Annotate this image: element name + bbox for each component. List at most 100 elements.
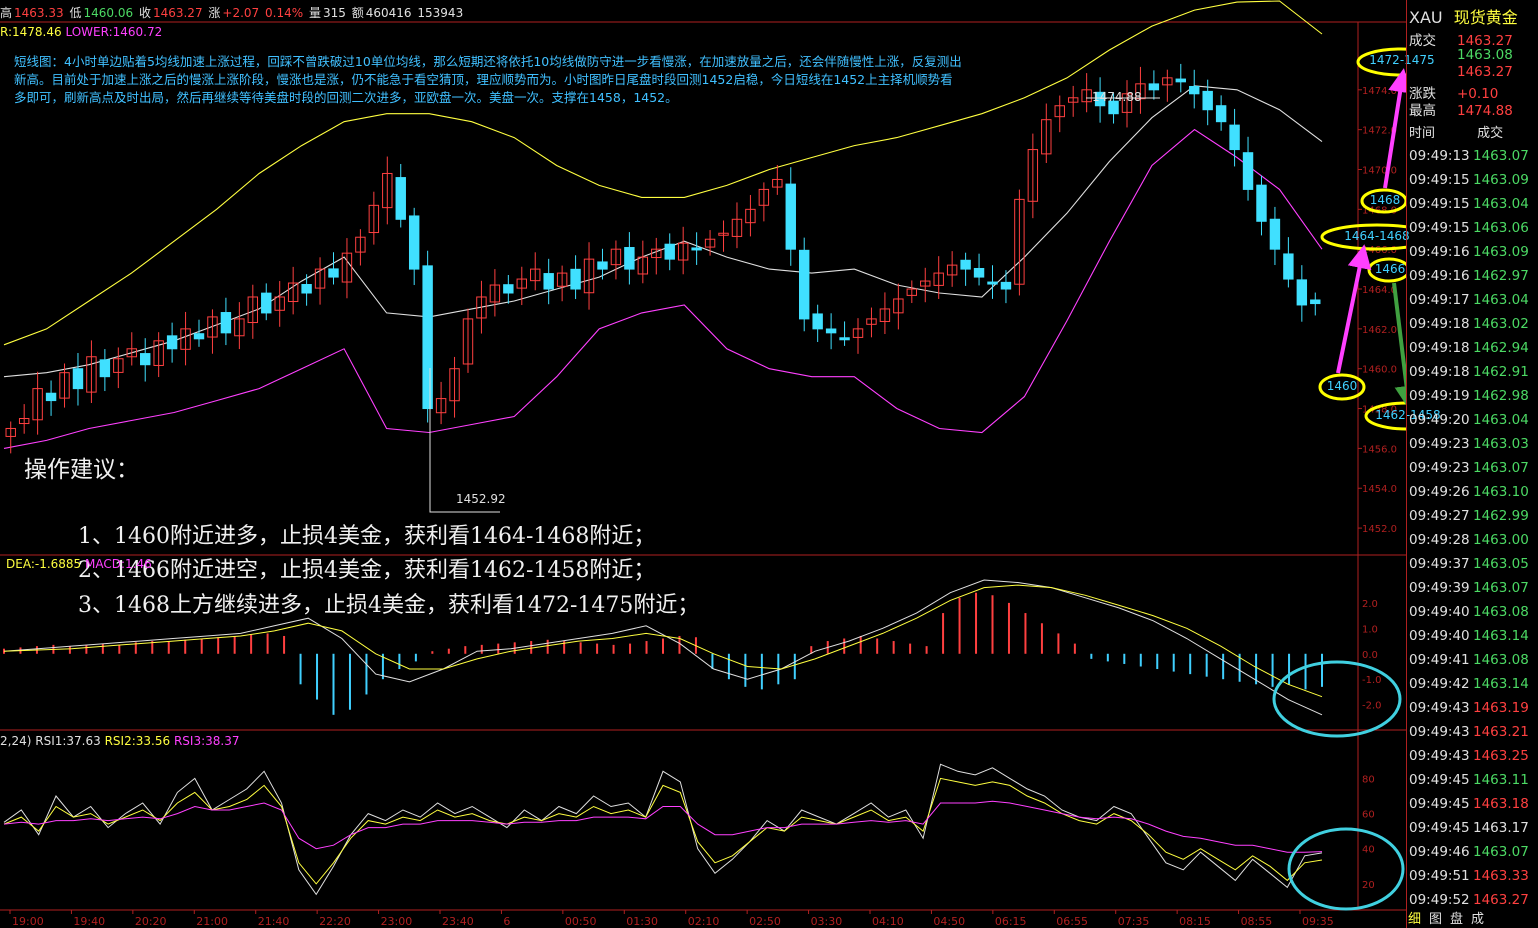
candle-body — [1000, 281, 1012, 290]
sidebar-tabs: 细图盘成 — [1408, 908, 1492, 927]
quote-value: 1474.88 — [1457, 103, 1513, 119]
sidebar-tab[interactable]: 盘 — [1450, 912, 1463, 927]
candle-body — [1269, 218, 1281, 250]
rsi-header: 2,24) RSI1:37.63 RSI2:33.56 RSI3:38.37 — [0, 734, 239, 748]
time-axis-label: 06:55 — [1056, 915, 1088, 928]
tick-price: 1463.03 — [1473, 436, 1529, 452]
macd-axis-label: 1.0 — [1362, 624, 1378, 635]
annotation-low-mark: 1452.92 — [456, 492, 506, 506]
candle-body — [395, 177, 406, 220]
time-axis-label: 03:30 — [811, 915, 843, 928]
candle-body — [785, 183, 796, 250]
tick-price: 1463.04 — [1473, 196, 1529, 212]
tick-row: 09:49:16 1463.09 — [1409, 244, 1529, 260]
tick-time: 09:49:18 — [1409, 364, 1470, 380]
candle-body — [166, 335, 178, 350]
sidebar-title: XAU 现货黄金 — [1409, 4, 1518, 28]
tick-price: 1463.00 — [1473, 532, 1529, 548]
time-axis-label: 07:35 — [1118, 915, 1150, 928]
tick-row: 09:49:43 1463.21 — [1409, 724, 1529, 740]
tick-time: 09:49:43 — [1409, 748, 1470, 764]
candle-body — [664, 243, 675, 260]
tick-time: 09:49:26 — [1409, 484, 1470, 500]
tick-price: 1463.02 — [1473, 316, 1529, 332]
tick-time: 09:49:16 — [1409, 244, 1470, 260]
price-axis-label: 1456.0 — [1362, 444, 1397, 455]
rsi-axis-label: 60 — [1362, 810, 1375, 821]
tick-row: 09:49:15 1463.06 — [1409, 220, 1529, 236]
time-axis-label: 09:35 — [1302, 915, 1334, 928]
tick-price: 1463.10 — [1473, 484, 1529, 500]
tick-price: 1463.33 — [1473, 868, 1529, 884]
candle-body — [422, 265, 433, 410]
boll-line-mid — [3, 85, 1323, 378]
macd-axis-label: -2.0 — [1362, 701, 1382, 712]
chart-canvas[interactable]: 1452.01454.01456.01458.01460.01462.01464… — [0, 0, 1406, 928]
time-axis-label: 02:50 — [749, 915, 781, 928]
tick-row: 09:49:18 1462.94 — [1409, 340, 1529, 356]
macd-dea: DEA:-1.6885 — [6, 557, 82, 571]
tick-price: 1463.07 — [1473, 148, 1529, 164]
arrow-down-1466 — [1392, 282, 1406, 410]
tick-price: 1463.19 — [1473, 700, 1529, 716]
candle-body — [799, 249, 810, 320]
advice-title: 操作建议： — [24, 457, 139, 483]
tick-price: 1463.09 — [1473, 172, 1529, 188]
sidebar-tab[interactable]: 图 — [1429, 912, 1442, 927]
macd-axis-label: -1.0 — [1362, 675, 1382, 686]
tick-price: 1463.05 — [1473, 556, 1529, 572]
tick-row: 09:49:16 1462.97 — [1409, 268, 1529, 284]
ticks-header-price: 成交 — [1477, 126, 1504, 141]
macd-axis-label: 2.0 — [1362, 599, 1378, 610]
sidebar-tab[interactable]: 细 — [1408, 912, 1421, 927]
tick-row: 09:49:27 1462.99 — [1409, 508, 1529, 524]
tick-time: 09:49:45 — [1409, 796, 1470, 812]
ellipse-rsi-circle — [1287, 827, 1405, 911]
tick-time: 09:49:37 — [1409, 556, 1470, 572]
tick-time: 09:49:39 — [1409, 580, 1470, 596]
quote-row: 最高 1474.88 — [1409, 99, 1513, 119]
price-axis-label: 1460.0 — [1362, 365, 1397, 376]
tick-row: 09:49:40 1463.14 — [1409, 628, 1529, 644]
time-axis-label: 02:10 — [688, 915, 720, 928]
tick-row: 09:49:42 1463.14 — [1409, 676, 1529, 692]
candle-body — [328, 268, 339, 278]
time-axis-label: 04:10 — [872, 915, 904, 928]
change-label: 涨 — [208, 6, 221, 20]
change-value: +2.07 — [222, 6, 260, 20]
tick-row: 09:49:18 1463.02 — [1409, 316, 1529, 332]
volume-label: 量 — [308, 6, 321, 20]
tick-row: 09:49:13 1463.07 — [1409, 148, 1529, 164]
tick-row: 09:49:18 1462.91 — [1409, 364, 1529, 380]
candle-body — [140, 353, 151, 366]
candle-body — [99, 359, 111, 378]
close-value: 1463.27 — [152, 6, 203, 20]
tick-price: 1462.91 — [1473, 364, 1529, 380]
ticks-header: 时间 成交 — [1409, 122, 1503, 141]
candle-body — [1215, 105, 1227, 123]
price-axis-label: 1464.0 — [1362, 285, 1397, 296]
advice-line-3: 3、1468上方继续进多，止损4美金，获利看1472-1475附近； — [78, 593, 700, 618]
candle-body — [543, 273, 554, 290]
analysis-note: 短线图：4小时单边贴着5均线加速上涨过程，回踩不曾跌破过10单位均线，那么短期还… — [14, 54, 962, 105]
tick-row: 09:49:28 1463.00 — [1409, 532, 1529, 548]
tick-time: 09:49:40 — [1409, 604, 1470, 620]
rsi-line-rsi3 — [3, 800, 1323, 853]
ellipse-macd-circle — [1272, 660, 1402, 738]
tick-price: 1463.07 — [1473, 580, 1529, 596]
tick-time: 09:49:43 — [1409, 724, 1470, 740]
price-axis-label: 1474.0 — [1362, 86, 1397, 97]
time-axis-label: 08:55 — [1241, 915, 1273, 928]
tick-price: 1462.98 — [1473, 388, 1529, 404]
boll-lower: LOWER:1460.72 — [65, 25, 163, 39]
tick-row: 09:49:20 1463.04 — [1409, 412, 1529, 428]
time-axis-label: 6 — [503, 915, 510, 928]
sidebar-tab[interactable]: 成 — [1471, 912, 1484, 927]
tick-time: 09:49:28 — [1409, 532, 1470, 548]
sidebar-name: 现货黄金 — [1453, 8, 1518, 27]
candle-body — [1189, 85, 1200, 95]
tick-row: 09:49:45 1463.17 — [1409, 820, 1529, 836]
macd-value: MACD:1.46 — [85, 557, 152, 571]
tick-row: 09:49:37 1463.05 — [1409, 556, 1529, 572]
boll-upper: R:1478.46 — [0, 25, 62, 39]
